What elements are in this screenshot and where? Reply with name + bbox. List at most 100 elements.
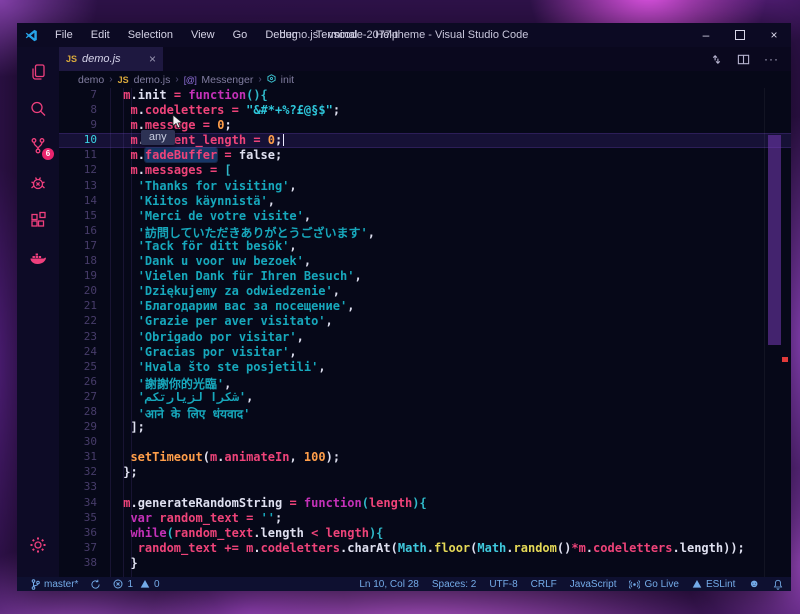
feedback-smiley-icon[interactable]: ☻	[748, 578, 760, 590]
sidebar-item-search[interactable]	[17, 90, 59, 127]
sidebar-item-docker[interactable]	[17, 238, 59, 275]
error-icon	[113, 579, 123, 589]
menu-item-selection[interactable]: Selection	[119, 23, 182, 47]
line-number: 35	[83, 510, 97, 524]
code-line[interactable]	[116, 480, 791, 495]
problems-status[interactable]: 1 0	[113, 578, 160, 590]
menu-item-go[interactable]: Go	[224, 23, 257, 47]
line-number: 9	[90, 118, 97, 132]
breadcrumb-file[interactable]: demo.js	[134, 74, 171, 86]
code-area[interactable]: m.init = function(){ m.codeletters = "&#…	[110, 88, 791, 577]
line-number: 14	[83, 193, 97, 207]
breadcrumb-folder[interactable]: demo	[78, 74, 104, 86]
code-line[interactable]: '訪問していただきありがとうございます',	[116, 224, 791, 240]
scrollbar-thumb[interactable]	[768, 135, 781, 345]
code-line[interactable]: m.codeletters = "&#*+%?£@§$";	[116, 103, 791, 118]
code-line[interactable]: 'شكرا لزيارتكم',	[116, 390, 791, 405]
docker-whale-icon	[30, 253, 46, 264]
code-line[interactable]: 'Gracias por visitar',	[116, 345, 791, 360]
language-mode[interactable]: JavaScript	[570, 579, 617, 590]
settings-gear-button[interactable]	[17, 526, 59, 563]
eol-sequence[interactable]: CRLF	[531, 579, 557, 590]
breadcrumb-symbol-init[interactable]: init	[281, 74, 294, 86]
code-line[interactable]: 'Thanks for visiting',	[116, 179, 791, 194]
code-line[interactable]: m.fadeBuffer = false;	[116, 148, 791, 163]
sidebar-item-source-control[interactable]: 6	[17, 127, 59, 164]
encoding[interactable]: UTF-8	[489, 579, 517, 590]
extensions-icon	[31, 211, 46, 227]
menu-item-view[interactable]: View	[182, 23, 224, 47]
go-live-button[interactable]: Go Live	[629, 578, 679, 590]
eslint-status[interactable]: ESLint	[692, 579, 735, 590]
breadcrumb: demo › JS demo.js › [@] Messenger › init	[59, 71, 791, 88]
code-line[interactable]: ];	[116, 420, 791, 435]
code-line[interactable]: m.messages = [	[116, 163, 791, 178]
notifications-bell-icon[interactable]	[773, 579, 783, 590]
code-line[interactable]: 'Merci de votre visite',	[116, 209, 791, 224]
go-live-label: Go Live	[644, 578, 679, 590]
line-number: 12	[83, 163, 97, 177]
line-number: 32	[83, 465, 97, 479]
line-number: 31	[83, 450, 97, 464]
code-line[interactable]: while(random_text.length < length){	[116, 526, 791, 541]
code-line[interactable]: var random_text = '';	[116, 511, 791, 526]
code-line[interactable]: m.message = 0;	[116, 118, 791, 133]
code-editor[interactable]: 7 8 9 10 11 12 13 14 15 16 17 18 19 20 21 22 23 24 25 26 27 2…	[59, 88, 791, 577]
menu-item-file[interactable]: File	[46, 23, 82, 47]
breadcrumb-separator: ›	[258, 74, 262, 85]
line-number: 24	[83, 344, 97, 358]
code-line[interactable]: 'Obrigado por visitar',	[116, 330, 791, 345]
close-button[interactable]: ×	[757, 23, 791, 47]
vscode-window: File Edit Selection View Go Debug Terminal Help…	[17, 23, 791, 591]
line-number: 16	[83, 223, 97, 237]
code-line[interactable]: }	[116, 556, 791, 571]
code-line[interactable]: m.init = function(){	[116, 88, 791, 103]
open-changes-icon[interactable]	[710, 53, 723, 66]
line-number: 10	[83, 133, 97, 147]
line-number-gutter: 7 8 9 10 11 12 13 14 15 16 17 18 19 20 21 22 23 24 25 26 27 2…	[59, 88, 110, 577]
code-line[interactable]: m.generateRandomString = function(length…	[116, 496, 791, 511]
maximize-button[interactable]	[723, 23, 757, 47]
code-line[interactable]: 'Благодарим вас за посещение',	[116, 299, 791, 314]
code-line[interactable]: '謝謝你的光臨',	[116, 375, 791, 391]
menu-item-edit[interactable]: Edit	[82, 23, 119, 47]
line-number: 23	[83, 329, 97, 343]
code-line[interactable]: 'Grazie per aver visitato',	[116, 314, 791, 329]
code-line[interactable]: 'Hvala što ste posjetili',	[116, 360, 791, 375]
code-line[interactable]: m.curreanynt_length = 0;	[116, 130, 791, 148]
code-line[interactable]: 'Tack för ditt besök',	[116, 239, 791, 254]
more-actions-icon[interactable]: ···	[764, 52, 779, 66]
code-line[interactable]: 'आने के लिए धंयवाद'	[116, 405, 791, 421]
window-title: demo.js - vscode-2077-theme - Visual Stu…	[279, 29, 529, 41]
code-line[interactable]: random_text += m.codeletters.charAt(Math…	[116, 541, 791, 556]
sidebar-item-extensions[interactable]	[17, 201, 59, 238]
code-line[interactable]: 'Dank u voor uw bezoek',	[116, 254, 791, 269]
mouse-cursor	[172, 114, 183, 129]
tab-close-icon[interactable]: ×	[149, 52, 156, 66]
code-line[interactable]: };	[116, 465, 791, 480]
minimize-button[interactable]: –	[689, 23, 723, 47]
sidebar-item-explorer[interactable]	[17, 53, 59, 90]
indentation[interactable]: Spaces: 2	[432, 579, 476, 590]
warning-count: 0	[154, 578, 160, 590]
sidebar-item-debug[interactable]	[17, 164, 59, 201]
breadcrumb-separator: ›	[175, 74, 179, 85]
window-controls: – ×	[689, 23, 791, 47]
line-number: 13	[83, 178, 97, 192]
split-editor-icon[interactable]	[737, 53, 750, 66]
eslint-warning-icon	[692, 580, 702, 588]
code-line[interactable]: 'Kiitos käynnistä',	[116, 194, 791, 209]
code-line[interactable]: 'Dziękujemy za odwiedzenie',	[116, 284, 791, 299]
sync-button[interactable]	[90, 579, 101, 590]
cursor-position[interactable]: Ln 10, Col 28	[359, 579, 419, 590]
code-line[interactable]: 'Vielen Dank für Ihren Besuch',	[116, 269, 791, 284]
code-line[interactable]: setTimeout(m.animateIn, 100);	[116, 450, 791, 465]
js-file-icon: JS	[66, 54, 78, 64]
line-number: 8	[90, 103, 97, 117]
breadcrumb-separator: ›	[109, 74, 113, 85]
line-number: 29	[83, 420, 97, 434]
tab-demo-js[interactable]: JS demo.js ×	[59, 47, 163, 71]
code-line[interactable]	[116, 435, 791, 450]
breadcrumb-symbol-messenger[interactable]: Messenger	[201, 74, 253, 86]
branch-status[interactable]: master*	[31, 579, 78, 590]
